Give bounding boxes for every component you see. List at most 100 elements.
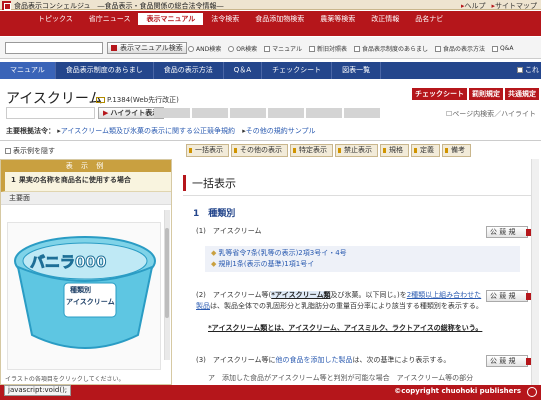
koki-badge[interactable]: 公 競 規 <box>486 226 533 238</box>
subnav-right[interactable]: これ <box>517 62 539 79</box>
highlight-bar[interactable] <box>344 108 380 118</box>
checkbox-icon[interactable] <box>517 67 523 73</box>
manual-search-button[interactable]: 表示マニュアル検索 <box>107 42 187 54</box>
site-title: 食品表示コンシェルジュ ―食品表示・食品関係の総合法令情報― <box>14 2 224 10</box>
highlight-bar[interactable] <box>306 108 342 118</box>
play-icon: ▶ <box>103 109 109 117</box>
example-section-label: 主要面 <box>1 192 171 205</box>
btn-specific-label[interactable]: 特定表示 <box>290 144 333 157</box>
highlight-bar[interactable] <box>268 108 304 118</box>
tab-manual[interactable]: 表示マニュアル <box>138 13 204 25</box>
page-search-hint: ☐ページ内検索／ハイライト <box>445 110 536 118</box>
copyright: ©copyright chuohoki publishers <box>394 387 521 395</box>
highlight-color-bars <box>154 108 380 118</box>
tab-product-navi[interactable]: 品名ナビ <box>407 13 451 25</box>
highlight-bar[interactable] <box>192 108 228 118</box>
image-text-product: バニラ000 <box>29 253 107 272</box>
option-overview[interactable]: 食品表示制度のあらまし <box>353 44 428 53</box>
penalty-button[interactable]: 罰則規定 <box>469 88 503 100</box>
reference-2[interactable]: ◆ 規則1条(表示の基準)1項1号イ <box>211 259 514 270</box>
checksheet-button[interactable]: チェックシート <box>412 88 467 100</box>
search-input[interactable] <box>5 42 103 54</box>
show-example-toggle[interactable]: 表示例を隠す <box>5 146 55 156</box>
tab-additive-search[interactable]: 食品添加物検索 <box>247 13 312 25</box>
btn-definition[interactable]: 定義 <box>411 144 440 157</box>
subnav-figures[interactable]: 図表一覧 <box>332 62 382 79</box>
checkbox-icon[interactable] <box>308 45 315 52</box>
highlight-input[interactable] <box>6 107 95 119</box>
example-caption: イラストの各項目をクリックしてください。 <box>5 376 125 383</box>
subnav-qa[interactable]: Q＆A <box>224 62 263 79</box>
option-or[interactable]: OR検索 <box>228 44 257 53</box>
book-icon <box>96 97 105 103</box>
content-scrollbar[interactable] <box>531 159 539 385</box>
btn-prohibited-label[interactable]: 禁止表示 <box>335 144 378 157</box>
page-buttons: チェックシート 罰則規定 共通規定 <box>412 88 539 100</box>
checkbox-icon[interactable] <box>264 45 271 52</box>
subnav-overview[interactable]: 食品表示制度のあらまし <box>56 62 154 79</box>
search-options: AND検索 OR検索 マニュアル 新旧対照表 食品表示制度のあらまし 食品の表示… <box>188 44 514 53</box>
koki-badge[interactable]: 公 競 規 <box>486 355 533 367</box>
diamond-icon: ◆ <box>211 249 217 257</box>
example-header: 表 示 例 <box>1 160 171 172</box>
image-text-kind: アイスクリーム <box>66 298 115 306</box>
main-tabs: トピックス 省庁ニュース 表示マニュアル 法令検索 食品添加物検索 農薬等検索 … <box>30 13 451 25</box>
content-heading: 一括表示 <box>183 175 236 191</box>
btn-batch-label[interactable]: 一括表示 <box>186 144 229 157</box>
status-bar: javascript:void(); <box>4 385 72 396</box>
koki-badge[interactable]: 公 競 規 <box>486 290 533 302</box>
example-panel: 表 示 例 1 果実の名称を商品名に使用する場合 主要面 バニラ000 種類別 ア… <box>0 159 172 385</box>
common-rules-button[interactable]: 共通規定 <box>505 88 539 100</box>
highlight-row: ▶ ハイライト表示 ☐ページ内検索／ハイライト <box>6 107 536 119</box>
btn-standard[interactable]: 規格 <box>380 144 409 157</box>
radio-icon[interactable] <box>228 45 235 52</box>
divider <box>183 195 533 196</box>
diamond-icon: ◆ <box>211 260 217 268</box>
reference-box: ◆ 乳等省令7条(乳等の表示)2項3号イ・4号 ◆ 規則1条(表示の基準)1項1号イ <box>205 246 520 272</box>
left-scroll-thumb[interactable] <box>165 228 169 318</box>
item-1: (1) アイスクリーム <box>196 227 262 235</box>
checkbox-icon[interactable] <box>5 148 11 154</box>
law-link-1[interactable]: アイスクリーム類及び氷菓の表示に関する公正競争規約 <box>61 127 235 135</box>
option-manual[interactable]: マニュアル <box>264 44 302 53</box>
highlight-bar[interactable] <box>230 108 266 118</box>
tab-law-search[interactable]: 法令検索 <box>203 13 247 25</box>
law-link-2[interactable]: その他の規約サンプル <box>246 127 316 135</box>
tab-topics[interactable]: トピックス <box>30 13 81 25</box>
example-item[interactable]: 1 果実の名称を商品名に使用する場合 <box>1 172 171 192</box>
option-comparison[interactable]: 新旧対照表 <box>308 44 347 53</box>
option-method[interactable]: 食品の表示方法 <box>434 44 485 53</box>
image-text-type: 種類別 <box>70 286 91 294</box>
section-toolbar: 一括表示 その他の表示 特定表示 禁止表示 規格 定義 備考 <box>186 144 471 157</box>
law-label: 主要根拠法令： <box>6 127 55 135</box>
option-qa[interactable]: Q&A <box>492 44 514 53</box>
item-2: (2) アイスクリーム等(*アイスクリーム類及び氷菓。以下同じ。)を2種類以上組… <box>196 291 483 310</box>
publisher-logo-icon <box>527 387 537 397</box>
section-title: 1 種類別 <box>193 209 236 219</box>
tab-revision[interactable]: 改正情報 <box>363 13 407 25</box>
tab-pesticide-search[interactable]: 農薬等検索 <box>312 13 363 25</box>
highlight-bar[interactable] <box>154 108 190 118</box>
radio-icon[interactable] <box>188 45 194 52</box>
item-3-sub: ア 添加した食品がアイスクリーム等と判別が可能な場合 アイスクリーム等の部分 <box>208 374 474 382</box>
site-logo <box>2 1 11 10</box>
sub-nav: マニュアル 食品表示制度のあらまし 食品の表示方法 Q＆A チェックシート 図表… <box>0 62 541 79</box>
subnav-checksheet[interactable]: チェックシート <box>262 62 333 79</box>
checkbox-icon[interactable] <box>434 45 441 52</box>
page-title: アイスクリーム <box>6 91 103 107</box>
checkbox-icon[interactable] <box>492 45 498 52</box>
checkbox-icon[interactable] <box>353 45 360 52</box>
reference-1[interactable]: ◆ 乳等省令7条(乳等の表示)2項3号イ・4号 <box>211 248 514 259</box>
tab-ministry-news[interactable]: 省庁ニュース <box>81 13 139 25</box>
help-link[interactable]: ▸ヘルプ <box>461 1 486 11</box>
btn-other-label[interactable]: その他の表示 <box>231 144 288 157</box>
main-law: 主要根拠法令： ▸アイスクリーム類及び氷菓の表示に関する公正競争規約 ▸その他の… <box>6 126 316 136</box>
sitemap-link[interactable]: ▸サイトマップ <box>491 1 537 11</box>
subnav-method[interactable]: 食品の表示方法 <box>154 62 224 79</box>
item-3: (3) アイスクリーム等に他の食品を添加した製品は、次の基準により表示する。 <box>196 356 451 364</box>
option-and[interactable]: AND検索 <box>188 44 221 53</box>
btn-remarks[interactable]: 備考 <box>442 144 471 157</box>
subnav-manual[interactable]: マニュアル <box>0 62 56 79</box>
page-reference: P.1384(Web先行改正) <box>96 95 179 105</box>
example-image[interactable]: バニラ000 種類別 アイスクリーム <box>7 222 161 370</box>
